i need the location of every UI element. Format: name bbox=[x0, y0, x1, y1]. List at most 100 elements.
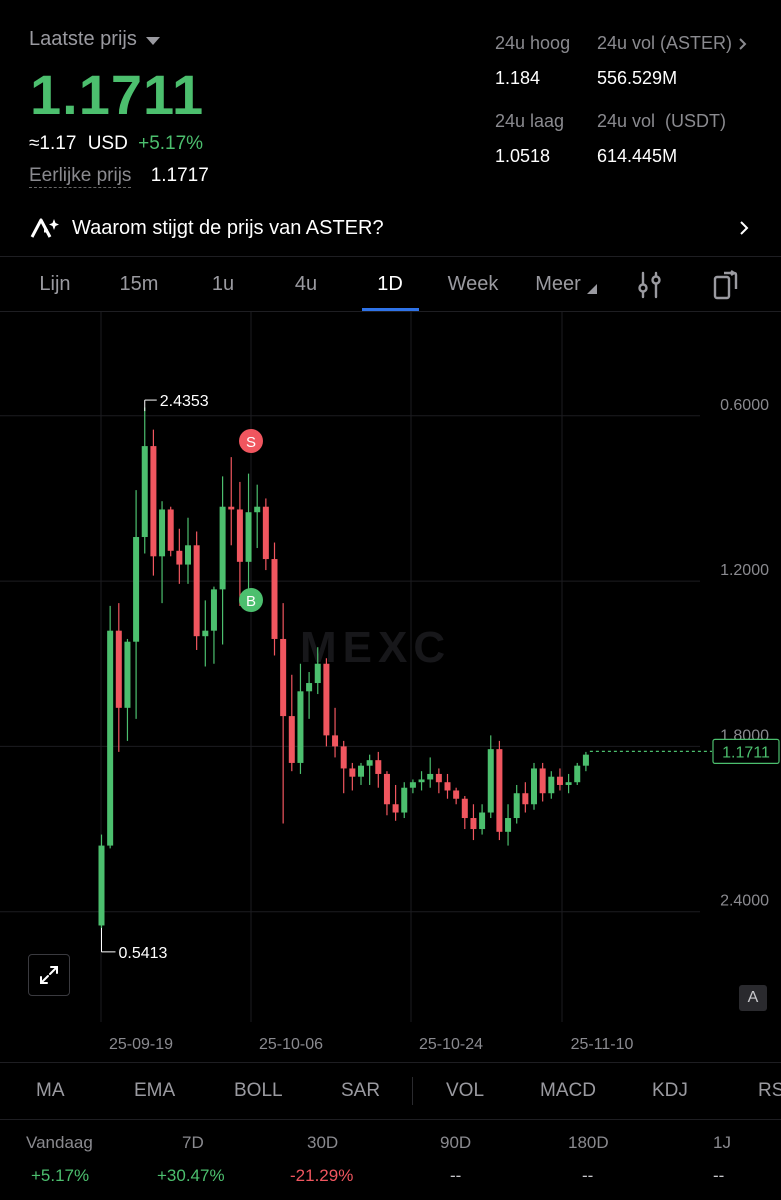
candle-body bbox=[288, 716, 295, 763]
candle-body bbox=[496, 749, 503, 832]
candle-body bbox=[470, 818, 477, 830]
low-24h-value: 1.0518 bbox=[495, 146, 551, 166]
sell-marker-label: S bbox=[246, 434, 256, 451]
candle-body bbox=[582, 754, 589, 766]
candle-body bbox=[513, 793, 520, 819]
banner-text: Waarom stijgt de prijs van ASTER? bbox=[72, 216, 384, 239]
period-label-30d: 30D bbox=[307, 1133, 339, 1152]
period-label-90d: 90D bbox=[440, 1133, 472, 1152]
tab-4h[interactable]: 4u bbox=[273, 257, 339, 311]
chart-grid: 2.40001.80001.20000.600025-09-19 25-10-06… bbox=[0, 312, 769, 1053]
indicator-ema[interactable]: EMA bbox=[134, 1063, 175, 1119]
candle-body bbox=[332, 735, 339, 747]
tab-more[interactable]: Meer bbox=[528, 257, 604, 311]
auto-scale-button[interactable]: A bbox=[739, 985, 767, 1011]
indicator-kdj[interactable]: KDJ bbox=[652, 1063, 688, 1119]
candle-body bbox=[150, 446, 157, 557]
fair-price-value: 1.1717 bbox=[150, 165, 209, 186]
current-price-tag-label: 1.1711 bbox=[722, 744, 770, 761]
candle-body bbox=[539, 768, 546, 794]
candle-body bbox=[409, 782, 416, 788]
buy-marker-label: B bbox=[246, 593, 256, 610]
indicator-vol[interactable]: VOL bbox=[446, 1063, 484, 1119]
period-label-7d: 7D bbox=[182, 1133, 204, 1152]
candle-body bbox=[254, 506, 261, 513]
high-24h-value: 1.184 bbox=[495, 68, 541, 88]
candle-body bbox=[435, 773, 442, 783]
chevron-right-icon bbox=[740, 221, 749, 235]
candle-body bbox=[236, 509, 243, 562]
candle-body bbox=[271, 559, 278, 639]
candle-body bbox=[167, 509, 174, 551]
candle-body bbox=[176, 550, 183, 565]
last-price-dropdown[interactable]: Laatste prijs bbox=[29, 28, 160, 51]
period-value-7d: +30.47% bbox=[157, 1166, 225, 1185]
y-tick-label: 2.4000 bbox=[720, 893, 769, 910]
low-24h-label: 24u laag bbox=[495, 111, 565, 131]
vol-base-link[interactable]: 24u vol (ASTER) bbox=[597, 33, 750, 54]
active-tab-indicator bbox=[362, 308, 419, 311]
x-tick-label: 25-10-24 bbox=[419, 1036, 483, 1053]
candle-body bbox=[392, 804, 399, 813]
mexc-watermark: MEXC bbox=[300, 623, 451, 672]
candle-body bbox=[141, 446, 148, 538]
candlestick-chart[interactable]: 2.40001.80001.20000.600025-09-19 25-10-06… bbox=[0, 312, 781, 1062]
period-value-90d: -- bbox=[450, 1166, 462, 1185]
indicator-macd[interactable]: MACD bbox=[540, 1063, 596, 1119]
indicator-boll[interactable]: BOLL bbox=[234, 1063, 283, 1119]
candle-body bbox=[314, 663, 321, 684]
candle-body bbox=[487, 749, 494, 813]
candle-body bbox=[340, 746, 347, 769]
candle-body bbox=[349, 768, 356, 777]
ai-insight-banner[interactable]: Waarom stijgt de prijs van ASTER? bbox=[0, 205, 781, 251]
change-percent: +5.17% bbox=[138, 133, 204, 154]
fullscreen-button[interactable] bbox=[28, 954, 70, 996]
candle-body bbox=[479, 812, 486, 830]
currency-label: USD bbox=[87, 133, 128, 154]
fair-price-row: Eerlijke prijs 1.1717 bbox=[29, 165, 209, 188]
indicator-ma[interactable]: MA bbox=[36, 1063, 65, 1119]
candle-body bbox=[306, 683, 313, 692]
x-tick-label: 25-10-06 bbox=[259, 1036, 323, 1053]
indicator-settings-icon[interactable] bbox=[636, 270, 664, 300]
candle-body bbox=[574, 765, 581, 783]
candle-body bbox=[107, 630, 114, 846]
vol-base-label: 24u vol (ASTER) bbox=[597, 33, 733, 53]
candle-body bbox=[210, 589, 217, 631]
timeframe-tabs: Lijn 15m 1u 4u 1D Week Meer bbox=[0, 256, 781, 312]
tab-more-label: Meer bbox=[535, 273, 581, 295]
vol-base-value: 556.529M bbox=[597, 68, 678, 88]
candle-body bbox=[98, 845, 105, 926]
vol-quote-label: 24u vol (USDT) bbox=[597, 111, 727, 131]
y-tick-label: 1.2000 bbox=[720, 562, 769, 579]
approx-usd-row: ≈1.17 USD +5.17% bbox=[29, 133, 203, 155]
period-label-180d: 180D bbox=[568, 1133, 609, 1152]
y-tick-label: 0.6000 bbox=[720, 397, 769, 414]
last-price-label: Laatste prijs bbox=[29, 28, 137, 50]
x-tick-label: 25-09-19 bbox=[109, 1036, 173, 1053]
candle-body bbox=[219, 506, 226, 590]
corner-triangle-icon bbox=[586, 284, 597, 294]
candle-body bbox=[418, 779, 425, 783]
candle-body bbox=[124, 641, 131, 708]
candle-body bbox=[565, 782, 572, 785]
indicator-sar[interactable]: SAR bbox=[341, 1063, 380, 1119]
tab-1d[interactable]: 1D bbox=[357, 257, 423, 311]
candle-body bbox=[556, 776, 563, 785]
indicator-rsi[interactable]: RS bbox=[758, 1063, 781, 1119]
candle-body bbox=[401, 787, 408, 813]
tab-15m[interactable]: 15m bbox=[106, 257, 172, 311]
candle-body bbox=[228, 506, 235, 510]
candle-body bbox=[461, 798, 468, 819]
tab-week[interactable]: Week bbox=[440, 257, 506, 311]
candle-body bbox=[133, 537, 140, 642]
fair-price-label[interactable]: Eerlijke prijs bbox=[29, 165, 132, 188]
candle-body bbox=[202, 630, 209, 637]
rotate-screen-icon[interactable] bbox=[711, 269, 741, 301]
candle-body bbox=[358, 765, 364, 777]
tab-1h[interactable]: 1u bbox=[190, 257, 256, 311]
tab-line[interactable]: Lijn bbox=[22, 257, 88, 311]
x-tick-label: 25-11-10 bbox=[571, 1036, 634, 1053]
ai-sparkle-icon bbox=[30, 218, 59, 238]
candle-body bbox=[366, 760, 373, 766]
